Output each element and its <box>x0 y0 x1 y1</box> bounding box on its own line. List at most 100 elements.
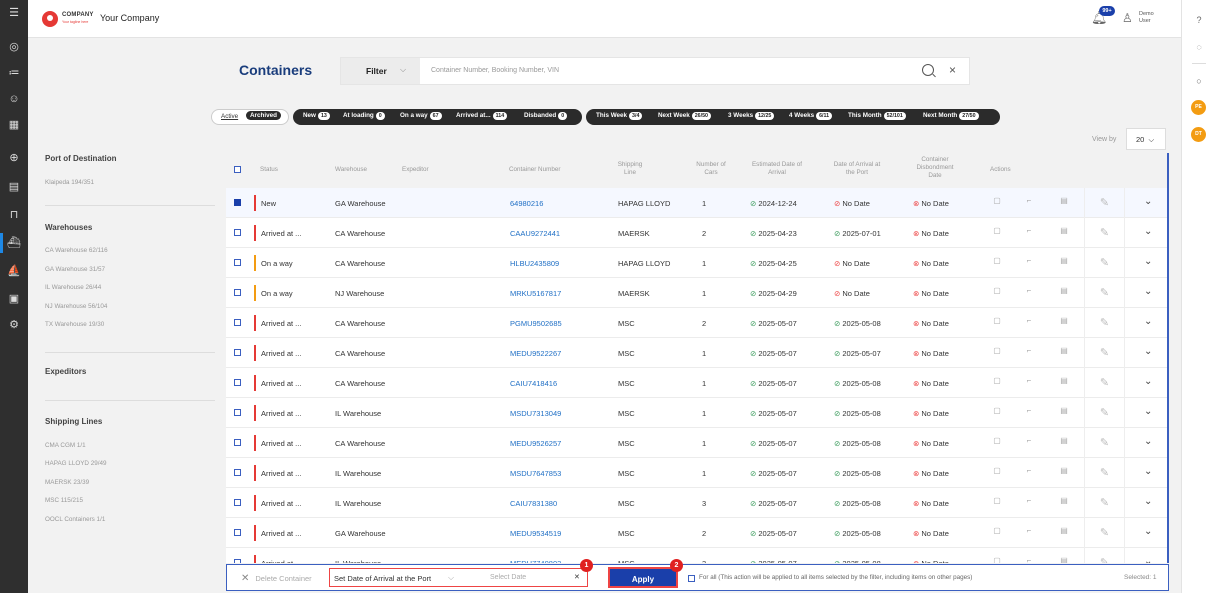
shipping-line-item[interactable]: CMA CGM 1/1 <box>45 442 86 449</box>
document-icon[interactable]: ▢ <box>991 556 1003 563</box>
row-checkbox[interactable] <box>234 499 241 506</box>
car-icon[interactable]: ⌐ <box>1023 436 1035 448</box>
container-number-link[interactable]: MEDU9534519 <box>510 529 561 538</box>
invoice-icon[interactable]: ▤ <box>1058 466 1070 478</box>
chevron-down-icon[interactable]: ⌄ <box>1144 406 1152 417</box>
dashboard-icon[interactable]: ◎ <box>7 40 21 54</box>
row-checkbox[interactable] <box>234 439 241 446</box>
car-icon[interactable]: ⌐ <box>1023 226 1035 238</box>
search-icon[interactable] <box>922 64 934 76</box>
edit-icon[interactable]: ✎ <box>1084 248 1125 278</box>
invoice-icon[interactable]: ▤ <box>1058 376 1070 388</box>
chip-at-loading[interactable]: At loading 0 <box>343 112 385 120</box>
row-checkbox[interactable] <box>234 379 241 386</box>
row-checkbox[interactable] <box>234 349 241 356</box>
chip-3-weeks[interactable]: 3 Weeks 12/25 <box>728 112 775 120</box>
container-number-link[interactable]: MSDU7647853 <box>510 469 561 478</box>
container-number-link[interactable]: MSDU7313049 <box>510 409 561 418</box>
car-icon[interactable]: ⊓ <box>7 208 21 222</box>
invoice-icon[interactable]: ▤ <box>1058 346 1070 358</box>
invoice-icon[interactable]: ▤ <box>1058 556 1070 563</box>
vertical-scrollbar[interactable] <box>1167 153 1169 563</box>
chevron-down-icon[interactable]: ⌄ <box>1144 256 1152 267</box>
container-number-link[interactable]: MEDU7740803 <box>510 559 561 563</box>
document-icon[interactable]: ▢ <box>991 496 1003 508</box>
container-icon[interactable]: ⛴ <box>7 236 21 250</box>
table-row[interactable]: On a way NJ Warehouse MRKU5167817 MAERSK 1 ⊘ … <box>226 278 1169 308</box>
shipping-line-item[interactable]: OOCL Containers 1/1 <box>45 516 105 523</box>
filter-button[interactable]: Filter ⌵ <box>341 58 420 84</box>
container-number-link[interactable]: MEDU9526257 <box>510 439 561 448</box>
dollar-icon[interactable]: ⊕ <box>7 151 21 165</box>
close-icon[interactable]: × <box>949 63 956 77</box>
invoice-icon[interactable]: ▤ <box>1058 286 1070 298</box>
car-icon[interactable]: ⌐ <box>1023 256 1035 268</box>
delete-container-button[interactable]: ✕ Delete Container <box>241 573 312 584</box>
document-icon[interactable]: ▢ <box>991 436 1003 448</box>
table-row[interactable]: Arrived at ... IL Warehouse MSDU7647853 MSC… <box>226 458 1169 488</box>
search-icon[interactable]: ○ <box>1193 75 1205 87</box>
edit-icon[interactable]: ✎ <box>1084 338 1125 368</box>
car-icon[interactable]: ⌐ <box>1023 346 1035 358</box>
invoice-icon[interactable]: ▤ <box>1058 196 1070 208</box>
invoice-icon[interactable]: ▤ <box>1058 436 1070 448</box>
chevron-down-icon[interactable]: ⌄ <box>1144 226 1152 237</box>
chevron-down-icon[interactable]: ⌄ <box>1144 466 1152 477</box>
container-number-link[interactable]: MEDU9522267 <box>510 349 561 358</box>
apply-button[interactable]: Apply <box>608 567 678 588</box>
chevron-down-icon[interactable]: ⌄ <box>1144 526 1152 537</box>
document-icon[interactable]: ▢ <box>991 406 1003 418</box>
chip-arrived[interactable]: Arrived at... 114 <box>456 112 508 120</box>
chevron-down-icon[interactable]: ⌄ <box>1144 196 1152 207</box>
car-icon[interactable]: ⌐ <box>1023 406 1035 418</box>
invoice-icon[interactable]: ▤ <box>1058 496 1070 508</box>
avatar[interactable]: DT <box>1191 127 1206 142</box>
row-checkbox[interactable] <box>234 409 241 416</box>
chip-next-week[interactable]: Next Week 26/50 <box>658 112 711 120</box>
chip-4-weeks[interactable]: 4 Weeks 6/11 <box>789 112 833 120</box>
invoice-icon[interactable]: ▤ <box>1058 526 1070 538</box>
user-name[interactable]: Demo User <box>1139 11 1155 25</box>
help-icon[interactable]: ? <box>1193 14 1205 26</box>
car-icon[interactable]: ⌐ <box>1023 466 1035 478</box>
car-icon[interactable]: ⌐ <box>1023 196 1035 208</box>
table-row[interactable]: Arrived at ... GA Warehouse MEDU9534519 MSC… <box>226 518 1169 548</box>
chip-new[interactable]: New 13 <box>303 112 330 120</box>
list-icon[interactable]: ≔ <box>7 66 21 80</box>
chip-disbanded[interactable]: Disbanded 0 <box>524 112 568 120</box>
building-icon[interactable]: ▦ <box>7 118 21 132</box>
car-icon[interactable]: ⌐ <box>1023 376 1035 388</box>
edit-icon[interactable]: ✎ <box>1084 428 1125 458</box>
container-number-link[interactable]: CAIU7418416 <box>510 379 557 388</box>
edit-icon[interactable]: ✎ <box>1084 458 1125 488</box>
avatar[interactable]: PE <box>1191 100 1206 115</box>
document-icon[interactable]: ▢ <box>991 466 1003 478</box>
row-checkbox[interactable] <box>234 259 241 266</box>
row-checkbox[interactable] <box>234 199 241 206</box>
chat-icon[interactable]: ◌ <box>1193 41 1205 53</box>
chip-on-a-way[interactable]: On a way 67 <box>400 112 442 120</box>
edit-icon[interactable]: ✎ <box>1084 278 1125 308</box>
table-row[interactable]: Arrived at ... CA Warehouse PGMU9502685 MSC… <box>226 308 1169 338</box>
container-number-link[interactable]: MRKU5167817 <box>510 289 561 298</box>
chip-next-month[interactable]: Next Month 27/50 <box>923 112 979 120</box>
chevron-down-icon[interactable]: ⌄ <box>1144 346 1152 357</box>
table-row[interactable]: Arrived at ... CA Warehouse CAAU9272441 MAE… <box>226 218 1169 248</box>
invoice-icon[interactable]: ▤ <box>1058 406 1070 418</box>
chevron-down-icon[interactable]: ⌄ <box>1144 436 1152 447</box>
edit-icon[interactable]: ✎ <box>1084 398 1125 428</box>
document-icon[interactable]: ▢ <box>991 196 1003 208</box>
row-checkbox[interactable] <box>234 469 241 476</box>
document-icon[interactable]: ▢ <box>991 226 1003 238</box>
ship-icon[interactable]: ⛵ <box>7 264 21 278</box>
clear-date-icon[interactable]: ✕ <box>574 573 580 581</box>
row-checkbox[interactable] <box>234 559 241 563</box>
car-icon[interactable]: ⌐ <box>1023 316 1035 328</box>
document-icon[interactable]: ▤ <box>7 180 21 194</box>
table-row[interactable]: Arrived at ... CA Warehouse MEDU9526257 MSC… <box>226 428 1169 458</box>
view-by-select[interactable]: 20 ⌵ <box>1126 128 1166 150</box>
search-input[interactable]: Container Number, Booking Number, VIN <box>431 67 559 74</box>
select-all-checkbox[interactable] <box>234 166 241 173</box>
container-number-link[interactable]: CAAU9272441 <box>510 229 560 238</box>
edit-icon[interactable]: ✎ <box>1084 488 1125 518</box>
